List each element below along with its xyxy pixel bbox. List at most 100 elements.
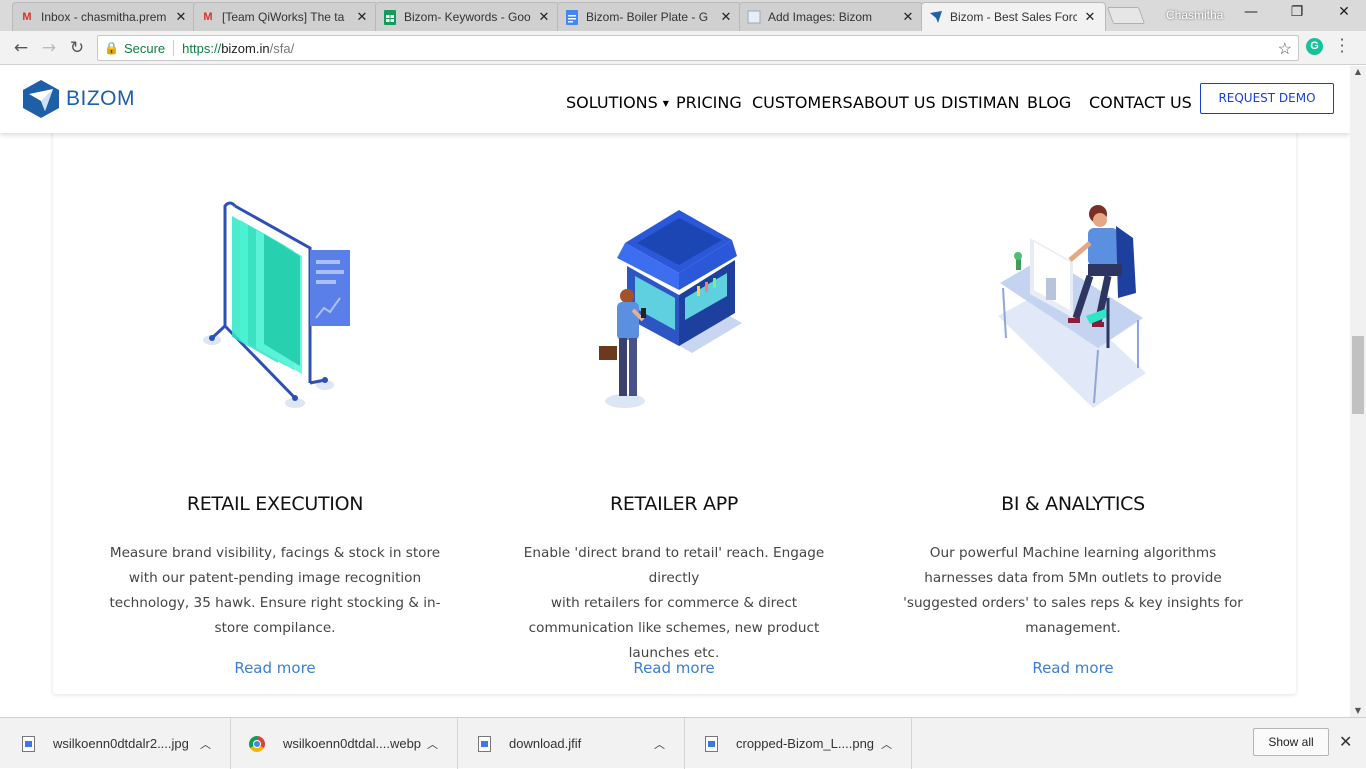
image-file-icon xyxy=(478,735,491,752)
tab-title: Bizom- Keywords - Goo xyxy=(404,10,531,24)
download-filename: cropped-Bizom_L....png xyxy=(736,736,875,751)
image-file-icon xyxy=(22,735,35,752)
bizom-logo[interactable]: BIZOM xyxy=(22,79,135,119)
desc-line: Measure brand visibility, facings & stoc… xyxy=(109,545,441,561)
show-all-button[interactable]: Show all xyxy=(1253,728,1329,756)
tab-title: Bizom - Best Sales Forc xyxy=(950,10,1077,24)
close-tab-icon[interactable]: ✕ xyxy=(537,9,551,25)
desc-line: Our powerful Machine learning algorithms xyxy=(929,545,1217,561)
vertical-scrollbar[interactable]: ▲ ▼ xyxy=(1350,66,1366,717)
chevron-up-icon[interactable]: ︿ xyxy=(200,736,211,752)
download-item[interactable]: wsilkoenn0dtdalr2....jpg ︿ xyxy=(0,718,231,769)
lock-icon: 🔒 xyxy=(104,41,119,55)
chevron-up-icon[interactable]: ︿ xyxy=(881,736,892,752)
downloads-bar: wsilkoenn0dtdalr2....jpg ︿ wsilkoenn0dtd… xyxy=(0,717,1366,769)
close-tab-icon[interactable]: ✕ xyxy=(901,9,915,25)
site-header: BIZOM SOLUTIONS ▼ PRICING CUSTOMERS ABOUT… xyxy=(0,66,1350,133)
request-demo-button[interactable]: REQUEST DEMO xyxy=(1200,83,1334,114)
read-more-link[interactable]: Read more xyxy=(504,659,844,677)
download-item[interactable]: download.jfif ︿ xyxy=(458,718,685,769)
logo-text: BIZOM xyxy=(66,87,135,110)
feature-description: Enable 'direct brand to retail' reach. E… xyxy=(504,541,844,666)
browser-tab[interactable]: M [Team QiWorks] The ta ✕ xyxy=(193,2,378,31)
feature-description: Measure brand visibility, facings & stoc… xyxy=(105,541,445,641)
close-downloads-icon[interactable]: ✕ xyxy=(1339,732,1352,751)
nav-about-us[interactable]: ABOUT US xyxy=(853,93,936,112)
window-close-icon[interactable]: ✕ xyxy=(1329,4,1359,20)
docs-icon xyxy=(564,9,580,25)
close-tab-icon[interactable]: ✕ xyxy=(355,9,369,25)
nav-blog[interactable]: BLOG xyxy=(1027,93,1071,112)
profile-name[interactable]: Chasmitha xyxy=(1166,8,1223,22)
feature-title: BI & ANALYTICS xyxy=(1001,493,1145,515)
image-file-icon xyxy=(705,735,718,752)
scroll-down-icon[interactable]: ▼ xyxy=(1350,705,1366,717)
address-bar[interactable]: 🔒 Secure https://bizom.in/sfa/ ☆ xyxy=(97,35,1299,61)
read-more-link[interactable]: Read more xyxy=(903,659,1243,677)
read-more-link[interactable]: Read more xyxy=(105,659,445,677)
features-card: RETAIL EXECUTION Measure brand visibilit… xyxy=(53,106,1296,694)
download-filename: download.jfif xyxy=(509,736,582,751)
page-viewport: BIZOM SOLUTIONS ▼ PRICING CUSTOMERS ABOUT… xyxy=(0,66,1350,717)
browser-tab[interactable]: M Inbox - chasmitha.prem ✕ xyxy=(12,2,197,31)
feature-title: RETAIL EXECUTION xyxy=(186,493,364,515)
browser-tab-active[interactable]: Bizom - Best Sales Forc ✕ xyxy=(921,2,1106,31)
desc-line: communication like schemes, new product xyxy=(528,620,820,636)
desc-line: with retailers for commerce & direct xyxy=(550,595,798,611)
chevron-up-icon[interactable]: ︿ xyxy=(427,736,438,752)
forward-icon[interactable]: → xyxy=(38,37,60,59)
desc-line: Enable 'direct brand to retail' reach. E… xyxy=(523,545,825,586)
scrollbar-thumb[interactable] xyxy=(1352,336,1364,414)
url-scheme: https:// xyxy=(182,40,222,56)
nav-contact-us[interactable]: CONTACT US xyxy=(1089,93,1192,112)
nav-solutions[interactable]: SOLUTIONS ▼ xyxy=(566,93,669,112)
tab-title: [Team QiWorks] The ta xyxy=(222,10,345,24)
maximize-icon[interactable]: ❐ xyxy=(1282,4,1312,20)
browser-tab[interactable]: Bizom- Keywords - Goo ✕ xyxy=(375,2,560,31)
feature-title: RETAILER APP xyxy=(609,493,739,515)
back-icon[interactable]: ← xyxy=(10,37,32,59)
divider xyxy=(173,40,175,56)
nav-customers[interactable]: CUSTOMERS xyxy=(752,93,853,112)
new-tab-button[interactable] xyxy=(1106,7,1146,24)
download-filename: wsilkoenn0dtdalr2....jpg xyxy=(53,736,189,751)
bizom-icon xyxy=(928,9,944,25)
store-illustration xyxy=(599,210,742,408)
nav-pricing[interactable]: PRICING xyxy=(676,93,742,112)
scroll-up-icon[interactable]: ▲ xyxy=(1350,66,1366,78)
feature-description: Our powerful Machine learning algorithms… xyxy=(903,541,1243,641)
desc-line: 'suggested orders' to sales reps & key i… xyxy=(903,595,1243,611)
desc-line: technology, 35 hawk. Ensure right stocki… xyxy=(109,595,441,611)
secure-label: Secure xyxy=(123,40,166,56)
bookmark-star-icon[interactable]: ☆ xyxy=(1278,39,1292,59)
close-tab-icon[interactable]: ✕ xyxy=(174,9,188,25)
tab-title: Add Images: Bizom xyxy=(768,10,873,24)
browser-toolbar: ← → ↻ 🔒 Secure https://bizom.in/sfa/ ☆ xyxy=(0,31,1366,65)
feature-retailer-app: RETAILER APP Enable 'direct brand to ret… xyxy=(504,106,844,694)
tab-title: Inbox - chasmitha.prem xyxy=(41,10,167,24)
close-tab-icon[interactable]: ✕ xyxy=(719,9,733,25)
url-path: /sfa/ xyxy=(269,40,295,56)
nav-distiman[interactable]: DISTIMAN xyxy=(941,93,1019,112)
chrome-file-icon xyxy=(249,735,265,752)
desc-line: harnesses data from 5Mn outlets to provi… xyxy=(924,570,1222,586)
minimize-icon[interactable]: — xyxy=(1236,4,1266,20)
gmail-icon: M xyxy=(22,11,32,23)
clothes-rack-illustration xyxy=(203,201,350,408)
browser-tab[interactable]: Add Images: Bizom ✕ xyxy=(739,2,924,31)
desc-line: management. xyxy=(1025,620,1121,636)
reload-icon[interactable]: ↻ xyxy=(66,37,88,59)
desc-line: with our patent-pending image recognitio… xyxy=(128,570,422,586)
chevron-up-icon[interactable]: ︿ xyxy=(654,736,665,752)
browser-tab[interactable]: Bizom- Boiler Plate - G ✕ xyxy=(557,2,742,31)
analyst-desk-illustration xyxy=(998,205,1146,408)
tab-title: Bizom- Boiler Plate - G xyxy=(586,10,709,24)
download-item[interactable]: wsilkoenn0dtdal....webp ︿ xyxy=(231,718,458,769)
browser-menu-icon[interactable]: · · · xyxy=(1337,32,1347,60)
grammarly-extension-icon[interactable]: G xyxy=(1306,38,1323,55)
feature-retail-execution: RETAIL EXECUTION Measure brand visibilit… xyxy=(105,106,445,694)
close-tab-icon[interactable]: ✕ xyxy=(1083,9,1097,25)
download-item[interactable]: cropped-Bizom_L....png ︿ xyxy=(685,718,912,769)
browser-tab-strip: M Inbox - chasmitha.prem ✕ M [Team QiWor… xyxy=(0,0,1366,31)
download-filename: wsilkoenn0dtdal....webp xyxy=(283,736,422,751)
